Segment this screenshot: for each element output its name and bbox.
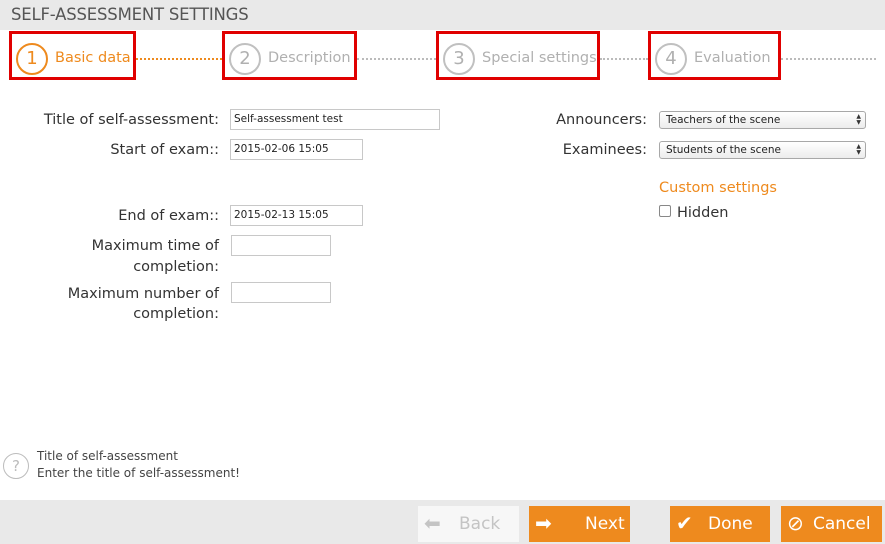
examinees-selected-value: Students of the scene [666, 144, 781, 156]
max-time-label-line2: completion: [133, 259, 219, 275]
select-arrows-icon: ▲ ▼ [856, 113, 861, 126]
cancel-button-label: Cancel [813, 514, 871, 534]
max-time-input[interactable] [231, 235, 331, 256]
step-label: Description [268, 50, 351, 66]
start-of-exam-input[interactable]: 2015-02-06 15:05 [230, 139, 363, 160]
max-number-label-line2: completion: [133, 306, 219, 322]
max-number-input[interactable] [231, 282, 331, 303]
step-label: Evaluation [694, 50, 771, 66]
end-of-exam-input[interactable]: 2015-02-13 15:05 [230, 205, 363, 226]
step-connector-3 [600, 58, 648, 60]
title-input[interactable]: Self-assessment test [230, 109, 440, 130]
back-button[interactable]: ⬅ Back [418, 506, 519, 542]
arrow-right-icon: ➡ [535, 511, 552, 535]
end-of-exam-label: End of exam:: [118, 208, 219, 224]
arrow-left-icon: ⬅ [424, 511, 441, 535]
checkmark-icon: ✔ [676, 511, 693, 535]
help-text: Enter the title of self-assessment! [37, 466, 240, 480]
wizard-step-basic-data[interactable]: 1 Basic data [9, 31, 136, 80]
start-of-exam-label: Start of exam:: [110, 142, 219, 158]
help-title: Title of self-assessment [37, 449, 178, 463]
wizard-step-evaluation[interactable]: 4 Evaluation [648, 31, 781, 80]
cancel-circle-icon: ⊘ [787, 511, 804, 535]
max-time-label-line1: Maximum time of [91, 238, 219, 254]
announcers-selected-value: Teachers of the scene [666, 114, 781, 126]
cancel-button[interactable]: ⊘ Cancel [781, 506, 882, 542]
step-label: Basic data [55, 50, 131, 66]
step-number-circle: 1 [16, 43, 48, 75]
page-title: SELF-ASSESSMENT SETTINGS [11, 5, 249, 24]
done-button-label: Done [708, 514, 753, 534]
next-button-label: Next [585, 514, 625, 534]
wizard-step-special-settings[interactable]: 3 Special settings [436, 31, 600, 80]
step-connector-4 [781, 58, 876, 60]
step-connector-2 [357, 58, 436, 60]
question-icon: ? [3, 453, 29, 479]
back-button-label: Back [459, 514, 501, 534]
title-bar: SELF-ASSESSMENT SETTINGS [0, 0, 885, 30]
select-arrows-icon: ▲ ▼ [856, 143, 861, 156]
title-label: Title of self-assessment: [43, 112, 219, 128]
hidden-checkbox[interactable] [659, 205, 671, 217]
hidden-label: Hidden [677, 205, 729, 221]
examinees-label: Examinees: [562, 142, 647, 158]
wizard-step-description[interactable]: 2 Description [222, 31, 357, 80]
custom-settings-title: Custom settings [659, 180, 777, 196]
next-button[interactable]: ➡ Next [529, 506, 630, 542]
announcers-select[interactable]: Teachers of the scene ▲ ▼ [659, 111, 866, 129]
step-number-circle: 3 [443, 43, 475, 75]
max-number-label-line1: Maximum number of [67, 286, 219, 302]
step-connector-1 [136, 58, 222, 60]
step-number-circle: 2 [229, 43, 261, 75]
done-button[interactable]: ✔ Done [670, 506, 770, 542]
step-number-circle: 4 [655, 43, 687, 75]
examinees-select[interactable]: Students of the scene ▲ ▼ [659, 141, 866, 159]
step-label: Special settings [482, 50, 597, 66]
announcers-label: Announcers: [556, 112, 647, 128]
